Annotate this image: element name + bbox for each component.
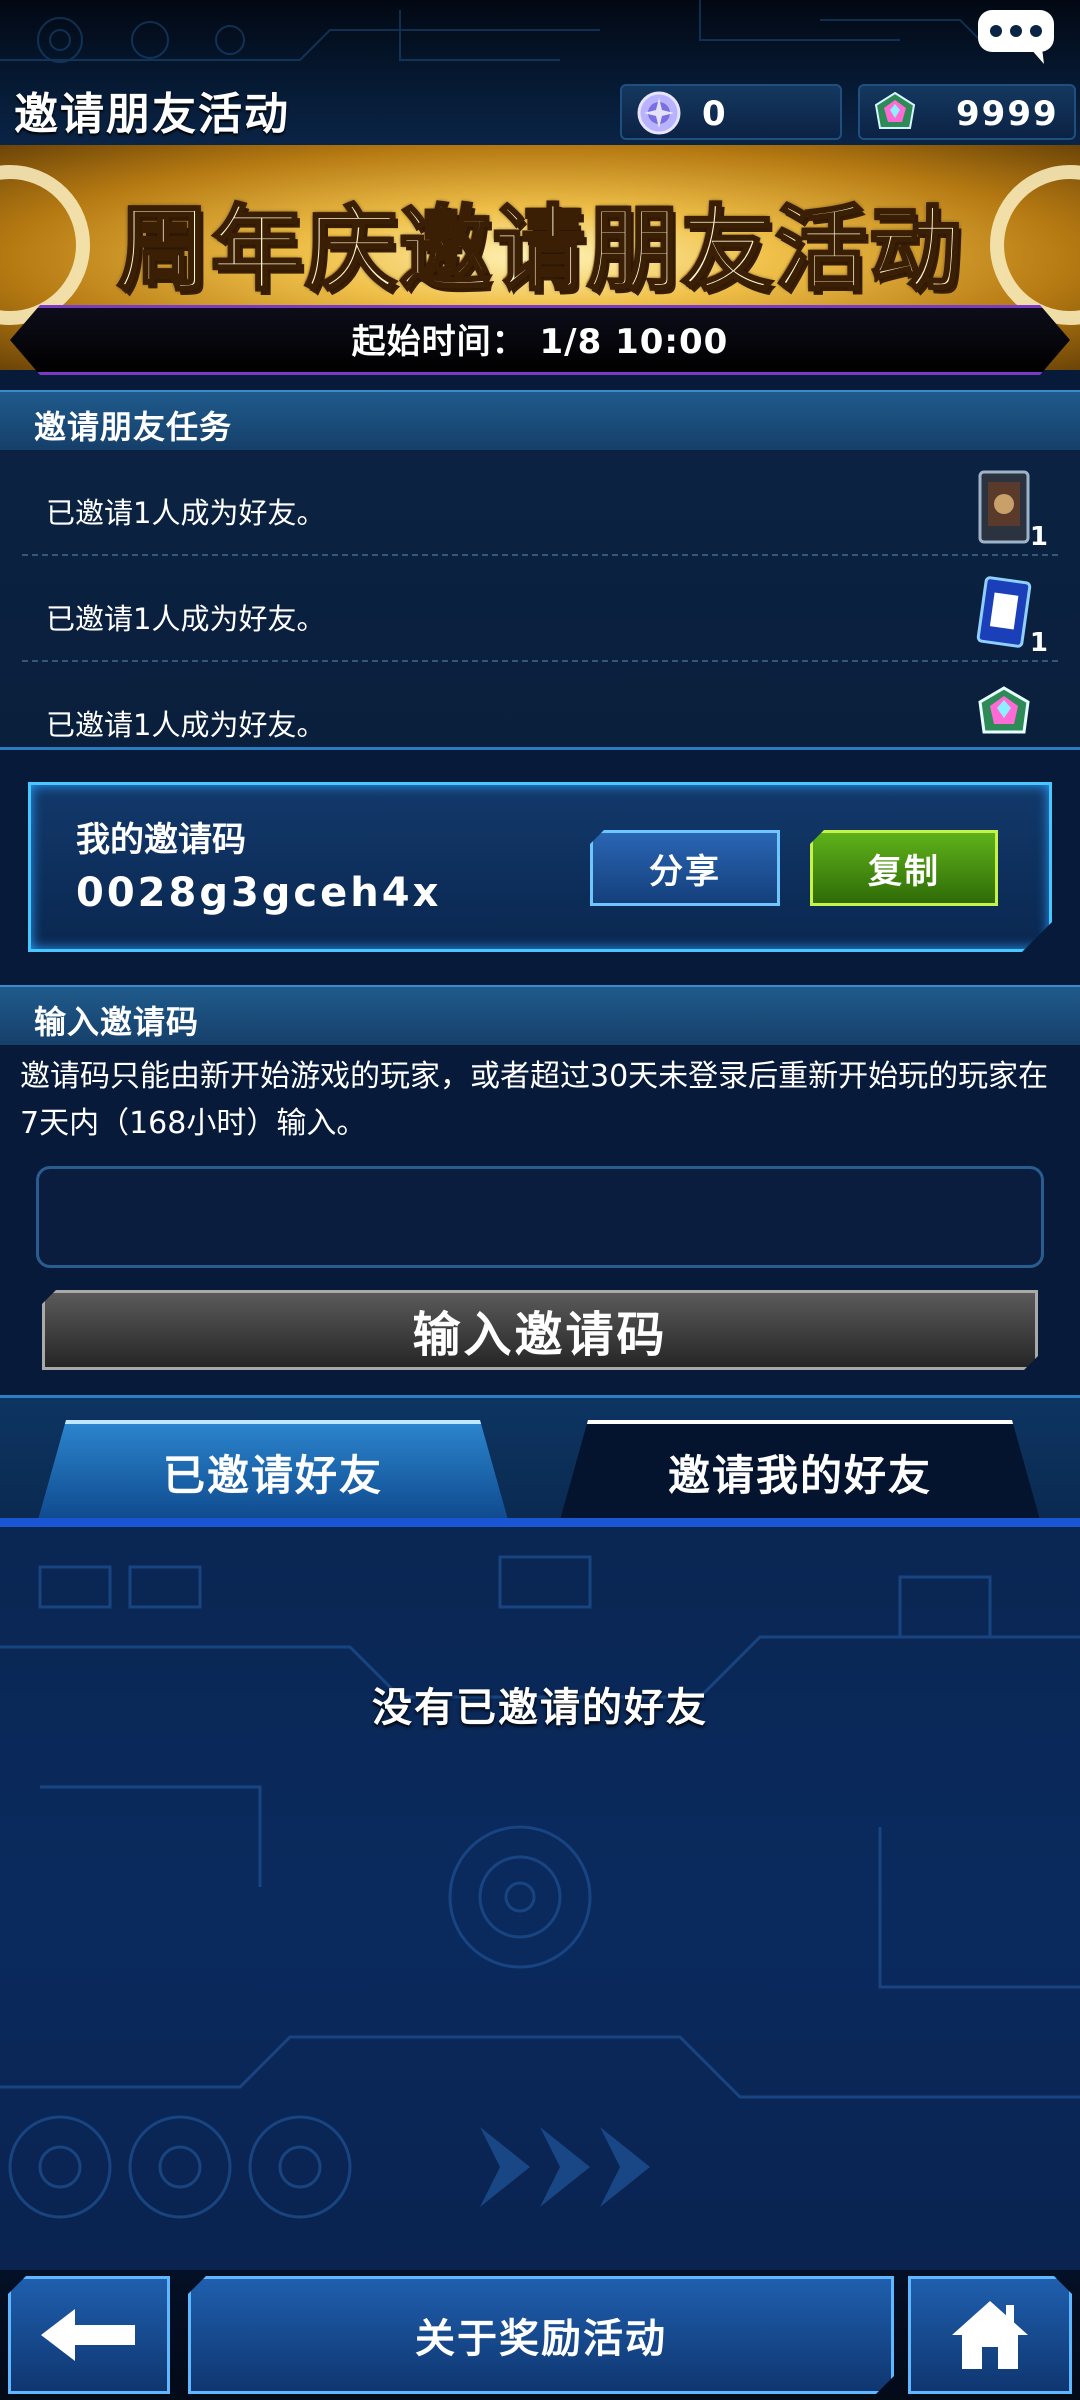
empty-friends-message: 没有已邀请的好友 (372, 1685, 708, 1731)
tab-friends-who-invited-me[interactable]: 邀请我的好友 (560, 1420, 1040, 1520)
invite-code-label: 我的邀请码 (76, 820, 246, 860)
orb-count: 0 (702, 94, 728, 134)
tab-underline (0, 1518, 1080, 1527)
mission-text: 已邀请1人成为好友。 (46, 708, 326, 742)
orb-currency: 0 (620, 84, 842, 140)
tab-invited-friends[interactable]: 已邀请好友 (38, 1420, 508, 1520)
reward-quantity: 1 (1029, 522, 1048, 552)
missions-list[interactable]: 已邀请1人成为好友。 1 已邀请1人成为好友。 1 已邀请1人成为好友。 (0, 450, 1080, 750)
invite-code-value: 0028g3gceh4x (76, 870, 442, 916)
home-button[interactable] (908, 2276, 1072, 2394)
circuit-background (0, 1555, 1080, 2219)
copy-button[interactable]: 复制 (810, 830, 998, 906)
gem-icon (978, 686, 1030, 734)
back-arrow-icon (41, 2309, 135, 2361)
missions-heading: 邀请朋友任务 (34, 408, 233, 446)
mission-item: 已邀请1人成为好友。 (22, 662, 1058, 747)
invite-code-input[interactable] (36, 1166, 1044, 1268)
orb-icon (637, 91, 681, 135)
mission-text: 已邀请1人成为好友。 (46, 496, 326, 530)
friends-list-panel (0, 1527, 1080, 2270)
card-pack-icon (978, 470, 1030, 544)
chat-bubble-icon[interactable] (976, 8, 1056, 64)
reward-quantity: 1 (1029, 628, 1048, 658)
gem-currency: 9999 (858, 84, 1076, 140)
mission-text: 已邀请1人成为好友。 (46, 602, 326, 636)
input-code-note: 邀请码只能由新开始游戏的玩家，或者超过30天未登录后重新开始玩的玩家在7天内（1… (20, 1059, 1049, 1141)
input-code-heading: 输入邀请码 (34, 1003, 200, 1041)
mission-item: 已邀请1人成为好友。 1 (22, 556, 1058, 662)
page-title: 邀请朋友活动 (14, 89, 290, 140)
share-button[interactable]: 分享 (590, 830, 780, 906)
about-reward-event-button[interactable]: 关于奖励活动 (188, 2276, 894, 2394)
enter-invite-code-button[interactable]: 输入邀请码 (42, 1290, 1038, 1370)
missions-header: 邀请朋友任务 (0, 390, 1080, 450)
card-ticket-icon (976, 576, 1032, 648)
gem-icon (874, 91, 916, 129)
back-button[interactable] (8, 2276, 170, 2394)
input-code-header: 输入邀请码 (0, 985, 1080, 1045)
start-time: 起始时间： 1/8 10:00 (351, 322, 729, 362)
banner-title: 周年庆邀请朋友活动 (115, 194, 963, 305)
mission-item: 已邀请1人成为好友。 1 (22, 450, 1058, 556)
home-icon (950, 2299, 1030, 2371)
gem-count: 9999 (956, 94, 1059, 134)
